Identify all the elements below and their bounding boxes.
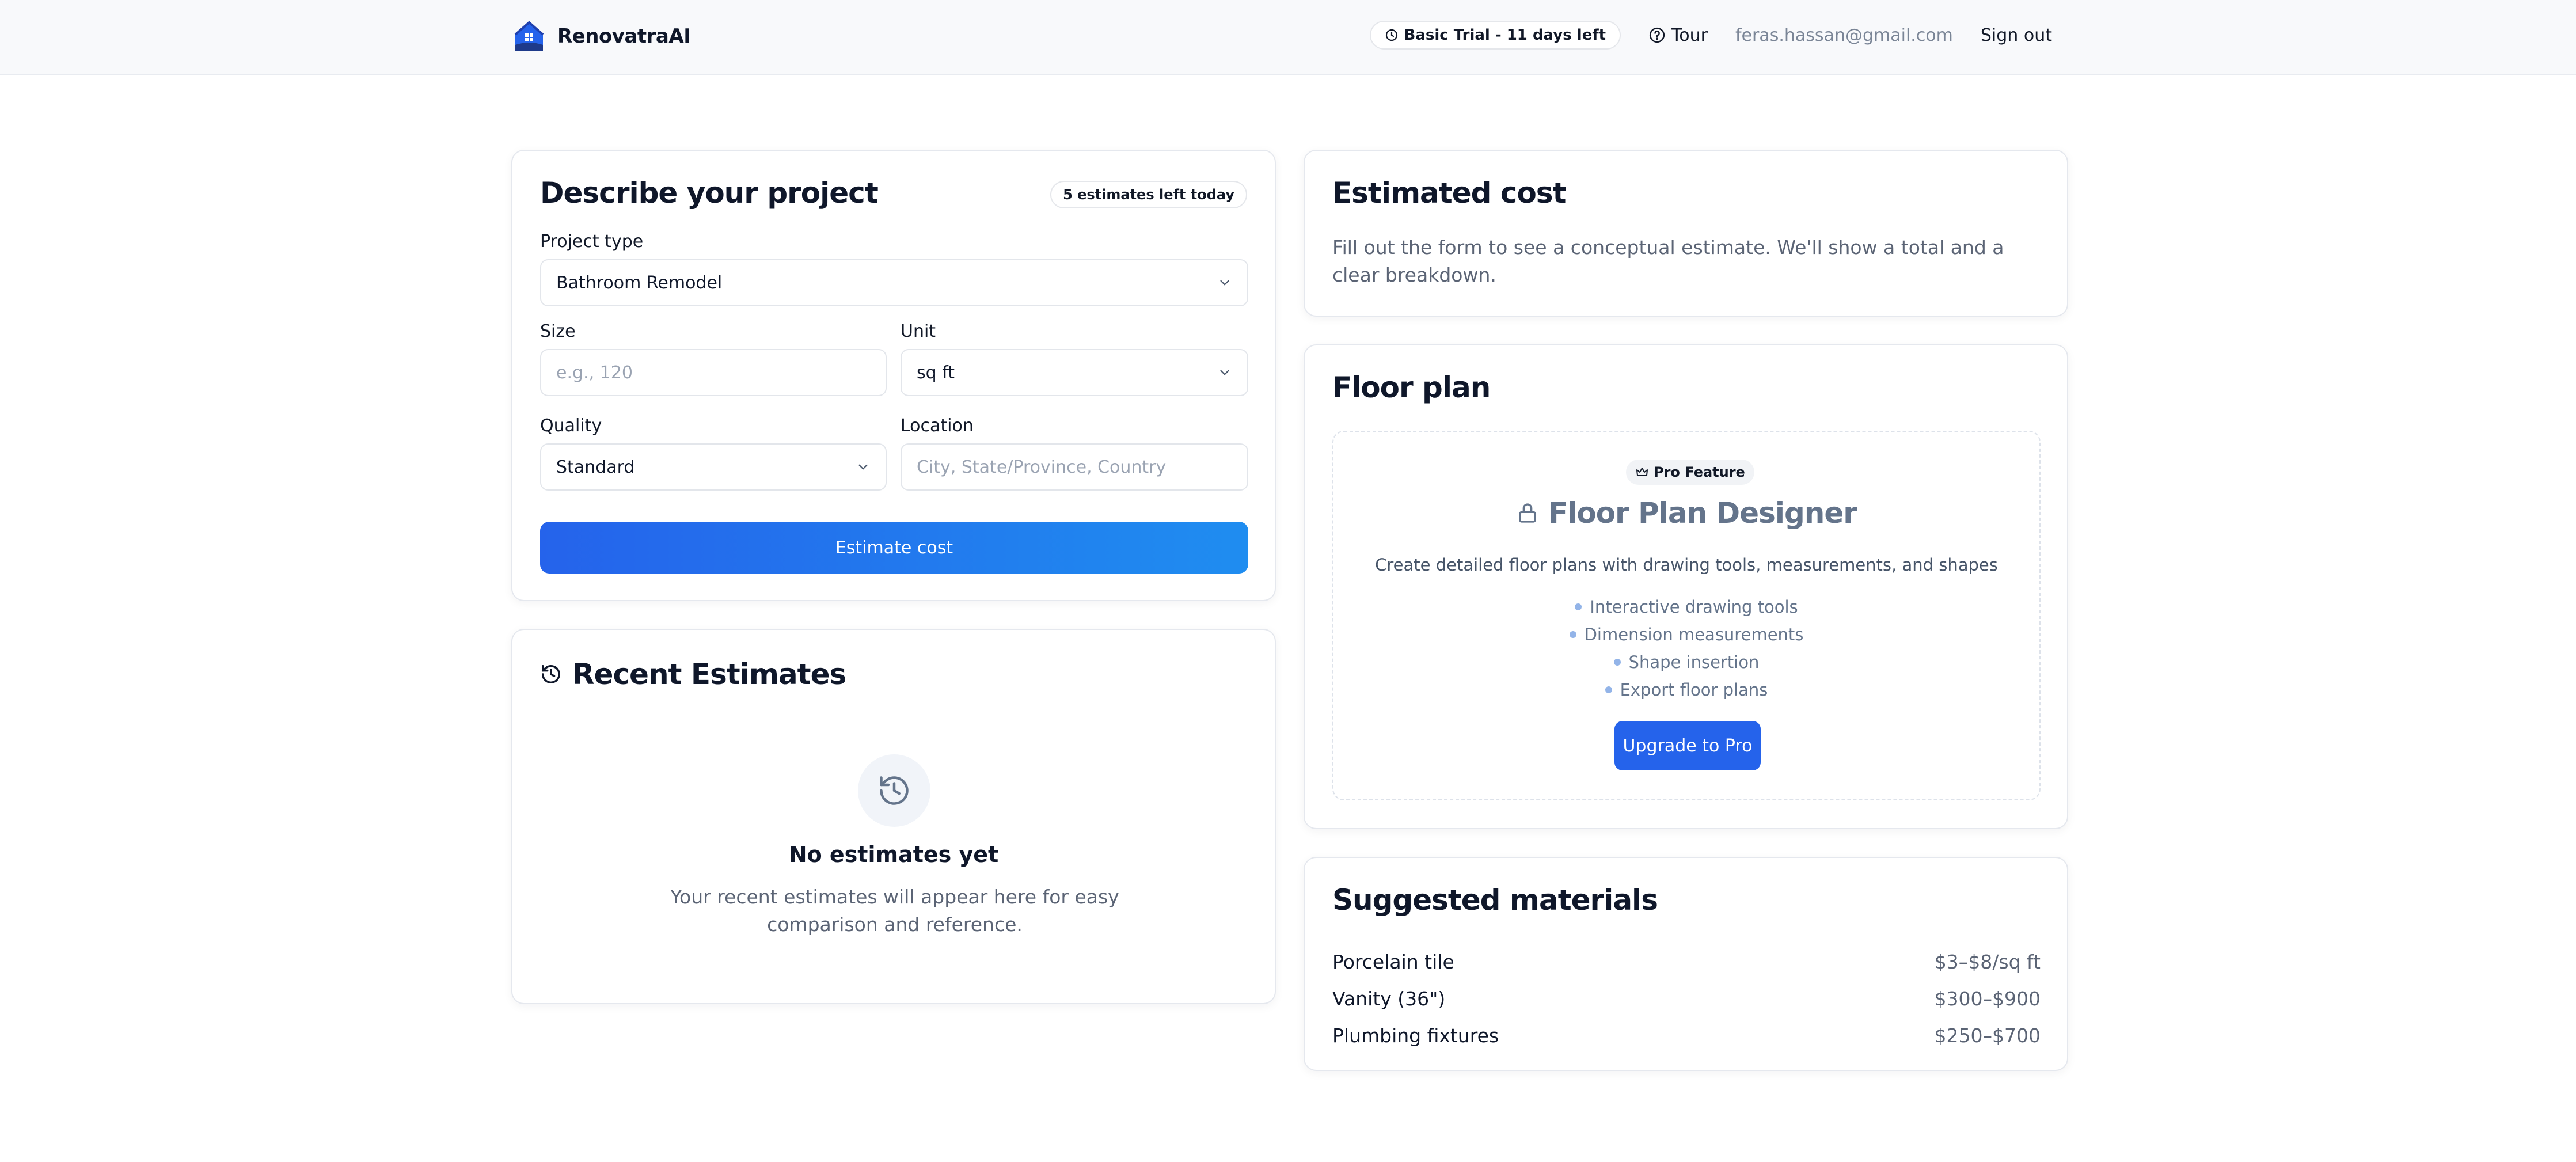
list-item: Export floor plans bbox=[1333, 676, 2039, 704]
crown-icon bbox=[1636, 468, 1648, 476]
bullet-icon bbox=[1575, 603, 1582, 610]
quality-value: Standard bbox=[556, 457, 635, 477]
materials-list: Porcelain tile $3–$8/sq ft Vanity (36") … bbox=[1332, 943, 2041, 1054]
estimated-cost-card: Estimated cost Fill out the form to see … bbox=[1304, 150, 2068, 317]
size-field[interactable] bbox=[540, 349, 887, 396]
feature-text: Export floor plans bbox=[1620, 680, 1768, 700]
empty-state-title: No estimates yet bbox=[788, 842, 999, 867]
quality-label: Quality bbox=[540, 416, 602, 436]
user-email: feras.hassan@gmail.com bbox=[1735, 25, 1953, 45]
bullet-icon bbox=[1613, 659, 1621, 666]
history-icon bbox=[880, 776, 909, 805]
list-item: Interactive drawing tools bbox=[1333, 593, 2039, 621]
tour-label: Tour bbox=[1671, 25, 1708, 45]
suggested-materials-card: Suggested materials Porcelain tile $3–$8… bbox=[1304, 857, 2068, 1071]
chevron-down-icon bbox=[1220, 280, 1229, 286]
materials-title: Suggested materials bbox=[1332, 883, 1658, 917]
material-price: $250–$700 bbox=[1934, 1024, 2041, 1047]
location-field[interactable] bbox=[901, 443, 1248, 491]
tour-button[interactable]: Tour bbox=[1648, 25, 1708, 45]
trial-badge[interactable]: Basic Trial - 11 days left bbox=[1369, 21, 1621, 50]
sign-out-button[interactable]: Sign out bbox=[1981, 25, 2052, 45]
size-label: Size bbox=[540, 321, 576, 341]
upgrade-to-pro-button[interactable]: Upgrade to Pro bbox=[1614, 721, 1761, 770]
list-item: Dimension measurements bbox=[1333, 621, 2039, 648]
describe-project-card: Describe your project 5 estimates left t… bbox=[511, 150, 1276, 601]
lock-icon bbox=[1519, 503, 1537, 523]
location-label: Location bbox=[901, 416, 974, 436]
describe-title: Describe your project bbox=[540, 176, 879, 210]
list-item: Shape insertion bbox=[1333, 648, 2039, 676]
top-header: RenovatraAI Basic Trial - 11 days left T… bbox=[0, 0, 2576, 75]
floor-plan-title: Floor plan bbox=[1332, 371, 1491, 404]
unit-select[interactable]: sq ft bbox=[901, 349, 1248, 396]
pro-feature-panel: Pro Feature Floor Plan Designer Create d… bbox=[1332, 431, 2041, 800]
pro-feature-badge: Pro Feature bbox=[1626, 460, 1754, 485]
material-price: $3–$8/sq ft bbox=[1934, 950, 2041, 973]
feature-text: Shape insertion bbox=[1628, 652, 1760, 672]
cost-description: Fill out the form to see a conceptual es… bbox=[1332, 236, 2004, 286]
quality-select[interactable]: Standard bbox=[540, 443, 887, 491]
feature-list: Interactive drawing tools Dimension meas… bbox=[1333, 593, 2039, 704]
material-row: Porcelain tile $3–$8/sq ft bbox=[1332, 943, 2041, 980]
trial-badge-label: Basic Trial - 11 days left bbox=[1404, 26, 1606, 44]
bullet-icon bbox=[1569, 631, 1576, 638]
location-input[interactable] bbox=[917, 457, 1232, 477]
designer-heading: Floor Plan Designer bbox=[1333, 496, 2039, 530]
bullet-icon bbox=[1605, 686, 1612, 693]
material-name: Plumbing fixtures bbox=[1332, 1024, 1499, 1047]
designer-description: Create detailed floor plans with drawing… bbox=[1375, 555, 1998, 575]
designer-title: Floor Plan Designer bbox=[1548, 496, 1857, 530]
brand[interactable]: RenovatraAI bbox=[512, 20, 691, 53]
material-name: Vanity (36") bbox=[1332, 987, 1446, 1010]
help-circle-icon bbox=[1649, 27, 1665, 43]
brand-name: RenovatraAI bbox=[557, 25, 691, 48]
material-price: $300–$900 bbox=[1934, 987, 2041, 1010]
floor-plan-card: Floor plan Pro Feature Floor Plan Design… bbox=[1304, 344, 2068, 829]
project-type-value: Bathroom Remodel bbox=[556, 272, 723, 293]
project-type-label: Project type bbox=[540, 231, 644, 252]
recent-header: Recent Estimates bbox=[540, 658, 846, 691]
feature-text: Dimension measurements bbox=[1584, 625, 1804, 644]
chevron-down-icon bbox=[858, 464, 868, 470]
project-type-select[interactable]: Bathroom Remodel bbox=[540, 259, 1248, 306]
history-icon bbox=[542, 665, 560, 683]
clock-icon bbox=[1385, 29, 1397, 41]
empty-state-description: Your recent estimates will appear here f… bbox=[670, 886, 1119, 936]
unit-value: sq ft bbox=[917, 362, 955, 383]
empty-state-icon bbox=[858, 754, 930, 827]
estimates-left-badge: 5 estimates left today bbox=[1050, 181, 1247, 208]
recent-estimates-card: Recent Estimates No estimates yet Your r… bbox=[511, 629, 1276, 1004]
pro-feature-label: Pro Feature bbox=[1654, 464, 1745, 480]
unit-label: Unit bbox=[901, 321, 936, 341]
top-nav: Basic Trial - 11 days left Tour feras.ha… bbox=[1369, 21, 2052, 50]
chevron-down-icon bbox=[1220, 370, 1229, 375]
feature-text: Interactive drawing tools bbox=[1590, 597, 1798, 617]
house-logo-icon bbox=[514, 21, 544, 51]
cost-title: Estimated cost bbox=[1332, 176, 1566, 210]
size-input[interactable] bbox=[556, 362, 871, 383]
material-name: Porcelain tile bbox=[1332, 950, 1454, 973]
estimate-cost-button[interactable]: Estimate cost bbox=[540, 522, 1248, 574]
material-row: Plumbing fixtures $250–$700 bbox=[1332, 1017, 2041, 1054]
material-row: Vanity (36") $300–$900 bbox=[1332, 980, 2041, 1017]
recent-title: Recent Estimates bbox=[572, 658, 846, 691]
